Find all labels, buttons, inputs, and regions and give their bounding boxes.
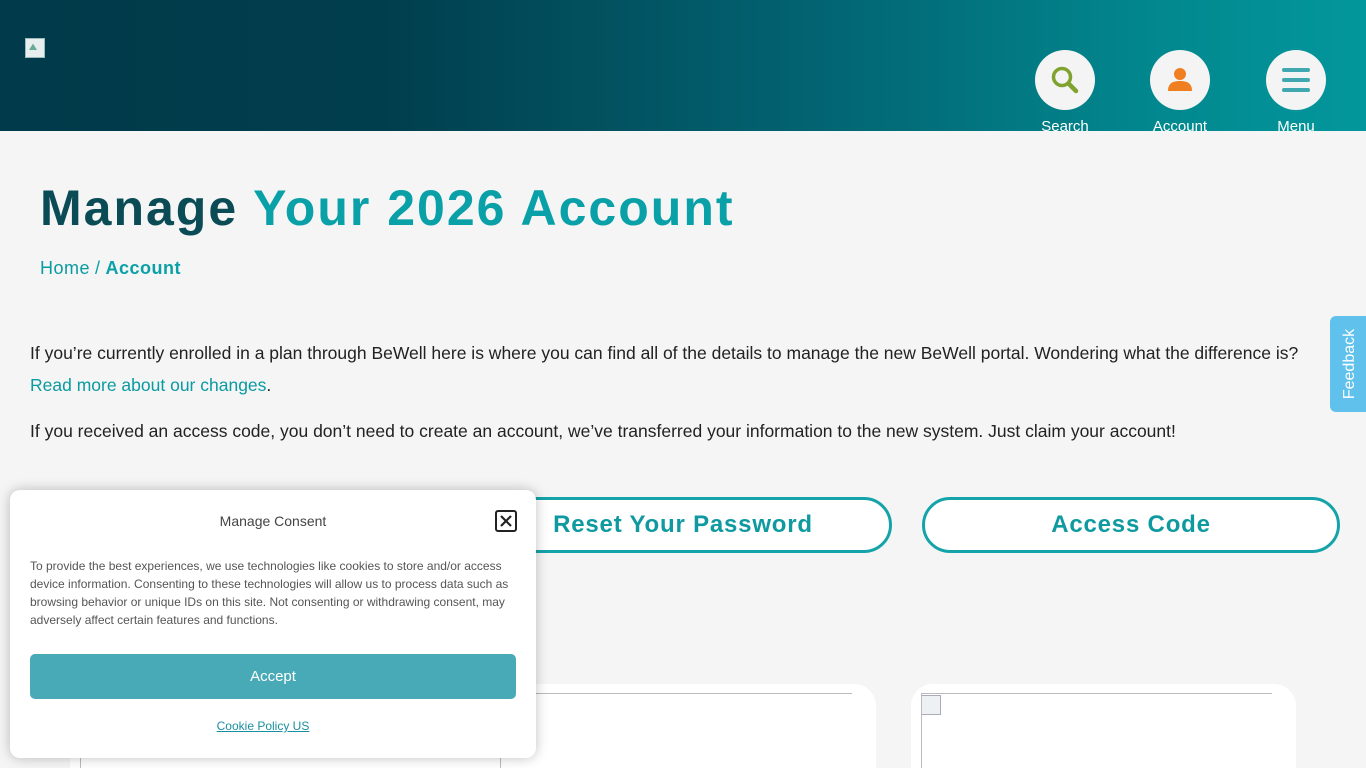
feedback-label: Feedback: [1341, 328, 1358, 400]
access-code-button[interactable]: Access Code: [922, 497, 1340, 553]
info-card-2: [490, 684, 876, 768]
intro-link-suffix: .: [266, 375, 272, 395]
intro-text: If you’re currently enrolled in a plan t…: [30, 343, 1299, 363]
accept-button[interactable]: Accept: [30, 654, 516, 699]
card-divider: [921, 693, 1272, 694]
consent-title: Manage Consent: [219, 513, 327, 529]
account-nav-button[interactable]: Account: [1150, 50, 1210, 131]
card-image: [921, 695, 941, 715]
breadcrumb-separator: /: [95, 258, 101, 278]
menu-nav-button[interactable]: Menu: [1266, 50, 1326, 131]
search-nav-button[interactable]: Search: [1035, 50, 1095, 131]
breadcrumb-home-link[interactable]: Home: [40, 258, 90, 278]
info-card-3: [911, 684, 1296, 768]
close-icon[interactable]: [495, 510, 517, 532]
intro-link-line: Read more about our changes.: [30, 369, 271, 401]
access-code-text: If you received an access code, you don’…: [30, 421, 1176, 441]
card-border: [921, 694, 922, 768]
search-icon[interactable]: [1035, 50, 1095, 110]
card-divider: [500, 693, 852, 694]
menu-nav-label: Menu: [1277, 119, 1315, 131]
page-title-part1: Manage: [40, 180, 239, 236]
account-icon[interactable]: [1150, 50, 1210, 110]
consent-dialog: Manage Consent To provide the best exper…: [10, 490, 536, 758]
read-more-link[interactable]: Read more about our changes: [30, 375, 266, 395]
account-nav-label: Account: [1152, 119, 1208, 131]
consent-body: To provide the best experiences, we use …: [30, 559, 509, 627]
breadcrumb: Home / Account: [40, 258, 181, 279]
page-title-part2: Your 2026 Account: [253, 180, 735, 236]
menu-icon[interactable]: [1266, 50, 1326, 110]
breadcrumb-current: Account: [105, 258, 182, 278]
search-nav-label: Search: [1041, 119, 1089, 131]
site-logo[interactable]: [25, 38, 45, 58]
reset-password-button[interactable]: Reset Your Password: [474, 497, 892, 553]
cookie-policy-link[interactable]: Cookie Policy US: [10, 719, 516, 733]
page-title: Manage Your 2026 Account: [40, 178, 735, 238]
site-header: Search Account Menu: [0, 0, 1366, 131]
feedback-tab[interactable]: Feedback: [1330, 316, 1366, 412]
